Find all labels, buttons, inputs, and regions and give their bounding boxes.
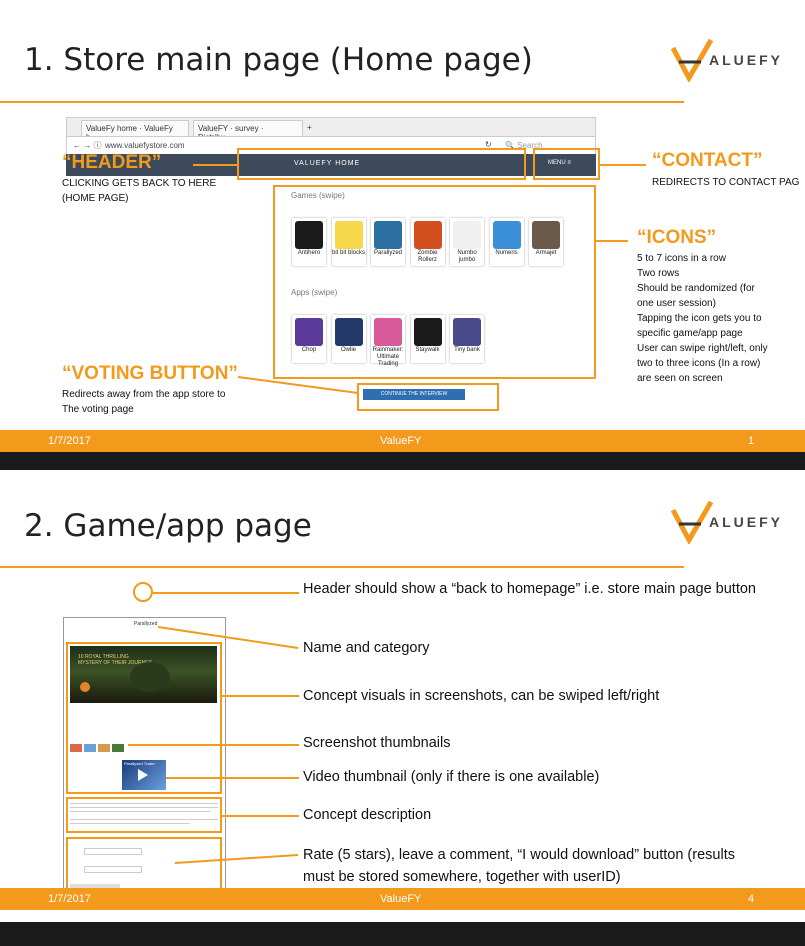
slide-game-app-page: 2. Game/app page ALUEFY Parallyzed 10 RO…	[0, 470, 805, 922]
header-connector	[193, 164, 237, 166]
connector-3	[222, 695, 299, 697]
valuefy-logo: ALUEFY	[671, 500, 791, 550]
annotation-header: Header should show a “back to homepage” …	[303, 581, 756, 597]
annotation-video: Video thumbnail (only if there is one av…	[303, 769, 600, 785]
back-forward-icons[interactable]: ← → ⓘ	[73, 140, 101, 151]
browser-tab-2[interactable]: ValueFY · survey · Distribu...	[193, 120, 303, 142]
connector-5	[166, 777, 299, 779]
connector-1	[153, 592, 299, 594]
logo-text: ALUEFY	[709, 514, 783, 530]
voting-connector	[238, 376, 359, 394]
annotation-name-category: Name and category	[303, 640, 430, 656]
footer-date: 1/7/2017	[48, 435, 91, 447]
contact-connector	[600, 164, 646, 166]
footer-date: 1/7/2017	[48, 893, 91, 905]
annotation-description: Concept description	[303, 807, 432, 823]
logo-text: ALUEFY	[709, 52, 783, 68]
header-callout-title: “HEADER”	[62, 152, 162, 173]
header-callout-text: CLICKING GETS BACK TO HERE (HOME PAGE)	[62, 178, 217, 204]
rate-highlight-box	[66, 837, 222, 891]
game-name-text: Parallyzed	[134, 621, 158, 627]
back-button-highlight-circle	[133, 582, 153, 602]
new-tab-plus-icon[interactable]: +	[303, 120, 316, 136]
visuals-highlight-box	[66, 642, 222, 794]
slide-footer: 1/7/2017 ValueFY 4	[0, 888, 805, 910]
icons-highlight-box	[273, 185, 596, 379]
icons-callout-title: “ICONS”	[637, 227, 717, 248]
description-highlight-box	[66, 797, 222, 833]
footer-brand: ValueFY	[380, 893, 422, 905]
footer-page-number: 4	[748, 893, 755, 905]
title-divider	[0, 566, 684, 568]
slide-title: 1. Store main page (Home page)	[24, 42, 533, 78]
footer-page-number: 1	[748, 435, 755, 447]
annotation-rate: Rate (5 stars), leave a comment, “I woul…	[303, 847, 735, 885]
connector-2	[158, 626, 299, 649]
footer-brand: ValueFY	[380, 435, 422, 447]
connector-6	[222, 815, 299, 817]
title-divider	[0, 101, 684, 103]
icons-connector	[596, 240, 628, 242]
url-text: www.valuefystore.com	[105, 141, 185, 150]
contact-highlight-box	[533, 148, 600, 180]
header-highlight-box	[237, 148, 526, 180]
connector-7	[175, 854, 299, 864]
voting-callout-title: “VOTING BUTTON”	[62, 363, 238, 384]
voting-callout-text: Redirects away from the app store to The…	[62, 389, 226, 415]
contact-callout-title: “CONTACT”	[652, 150, 763, 171]
voting-highlight-box	[357, 383, 499, 411]
contact-callout-text: REDIRECTS TO CONTACT PAG	[652, 177, 800, 188]
annotation-thumbnails: Screenshot thumbnails	[303, 735, 451, 751]
slide-footer: 1/7/2017 ValueFY 1	[0, 430, 805, 452]
connector-4	[128, 744, 299, 746]
icons-callout-text: 5 to 7 icons in a row Two rows Should be…	[637, 253, 768, 384]
annotation-concept-visuals: Concept visuals in screenshots, can be s…	[303, 688, 660, 704]
browser-tab-1[interactable]: ValueFy home · ValueFy h...	[81, 120, 189, 142]
slide-title: 2. Game/app page	[24, 508, 312, 544]
valuefy-logo: ALUEFY	[671, 38, 791, 88]
slide-store-main-page: 1. Store main page (Home page) ALUEFY Va…	[0, 0, 805, 452]
